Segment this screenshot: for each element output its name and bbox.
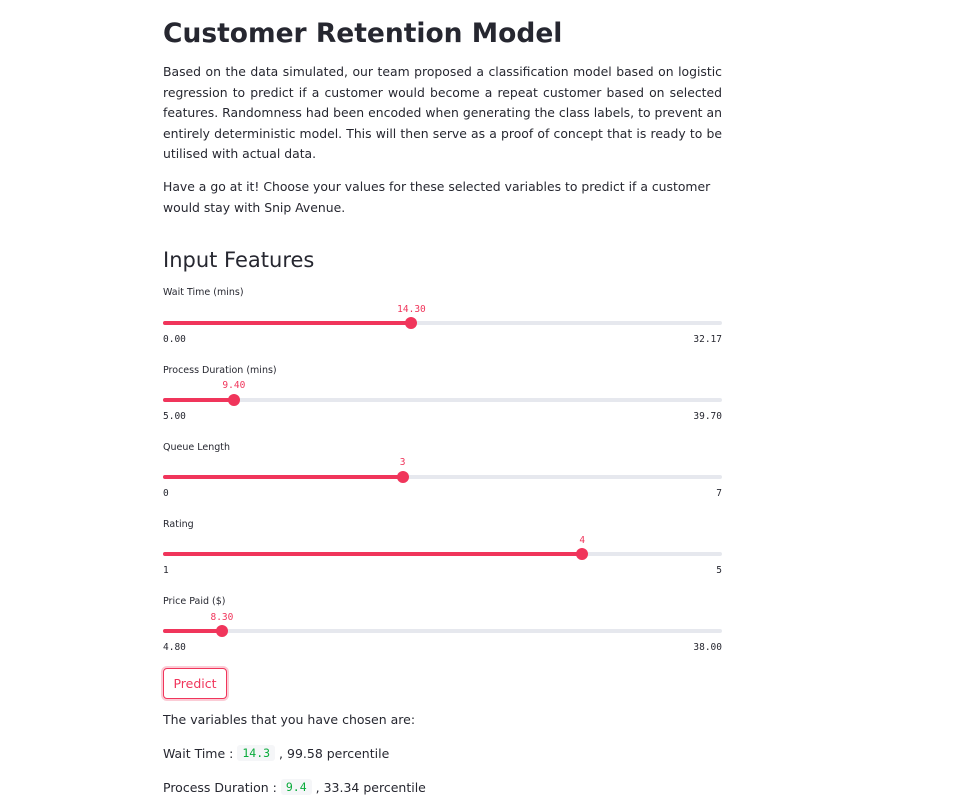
slider-current-value: 9.40 (222, 380, 246, 391)
slider-track[interactable] (163, 394, 722, 406)
slider-fill (163, 321, 412, 325)
slider-wait-time[interactable]: Wait Time (mins) 14.30 0.00 32.17 (163, 287, 722, 357)
slider-track[interactable] (163, 471, 722, 483)
slider-min-value: 5.00 (163, 411, 186, 422)
input-features-header: Input Features (163, 248, 315, 272)
slider-max-value: 38.00 (693, 642, 722, 653)
slider-min-value: 1 (163, 565, 169, 576)
instruction-paragraph: Have a go at it! Choose your values for … (163, 179, 711, 215)
results-intro: The variables that you have chosen are: (163, 712, 416, 727)
intro-paragraph: Based on the data simulated, our team pr… (163, 64, 722, 162)
page-title: Customer Retention Model (163, 18, 563, 49)
result-line-wait-time: Wait Time : 14.3 , 99.58 percentile (163, 745, 389, 761)
slider-label: Process Duration (mins) (163, 365, 277, 376)
slider-fill (163, 475, 403, 479)
slider-label: Queue Length (163, 442, 230, 453)
slider-thumb[interactable] (405, 317, 418, 329)
slider-fill (163, 398, 234, 402)
slider-label: Price Paid ($) (163, 596, 226, 607)
slider-process-duration[interactable]: Process Duration (mins) 9.40 5.00 39.70 (163, 365, 722, 435)
result-variable-value: 14.3 (237, 745, 276, 761)
predict-button[interactable]: Predict (163, 668, 227, 699)
slider-min-value: 0 (163, 488, 169, 499)
slider-track[interactable] (163, 317, 722, 329)
slider-max-value: 32.17 (693, 334, 722, 345)
slider-current-value: 3 (399, 457, 406, 468)
slider-queue-length[interactable]: Queue Length 3 0 7 (163, 442, 722, 512)
slider-price-paid[interactable]: Price Paid ($) 8.30 4.80 38.00 (163, 596, 722, 666)
result-percentile: , 33.34 percentile (315, 779, 426, 795)
result-variable-name: Process Duration : (163, 779, 277, 795)
slider-min-value: 4.80 (163, 642, 186, 653)
slider-max-value: 7 (716, 488, 722, 499)
slider-thumb[interactable] (576, 548, 589, 560)
slider-thumb[interactable] (227, 394, 240, 406)
result-variable-value: 9.4 (280, 779, 312, 795)
slider-max-value: 5 (716, 565, 722, 576)
result-line-process-duration: Process Duration : 9.4 , 33.34 percentil… (163, 779, 426, 795)
slider-min-value: 0.00 (163, 334, 186, 345)
slider-fill (163, 629, 222, 633)
slider-current-value: 8.30 (210, 612, 234, 623)
slider-rating[interactable]: Rating 4 1 5 (163, 519, 722, 589)
result-percentile: , 99.58 percentile (279, 745, 390, 761)
slider-thumb[interactable] (396, 471, 409, 483)
result-variable-name: Wait Time : (163, 745, 234, 761)
slider-current-value: 4 (579, 535, 586, 546)
slider-current-value: 14.30 (397, 304, 426, 315)
slider-label: Rating (163, 519, 194, 530)
slider-track[interactable] (163, 625, 722, 637)
slider-fill (163, 552, 583, 556)
slider-track[interactable] (163, 548, 722, 560)
slider-max-value: 39.70 (693, 411, 722, 422)
slider-label: Wait Time (mins) (163, 287, 244, 298)
slider-thumb[interactable] (215, 625, 228, 637)
